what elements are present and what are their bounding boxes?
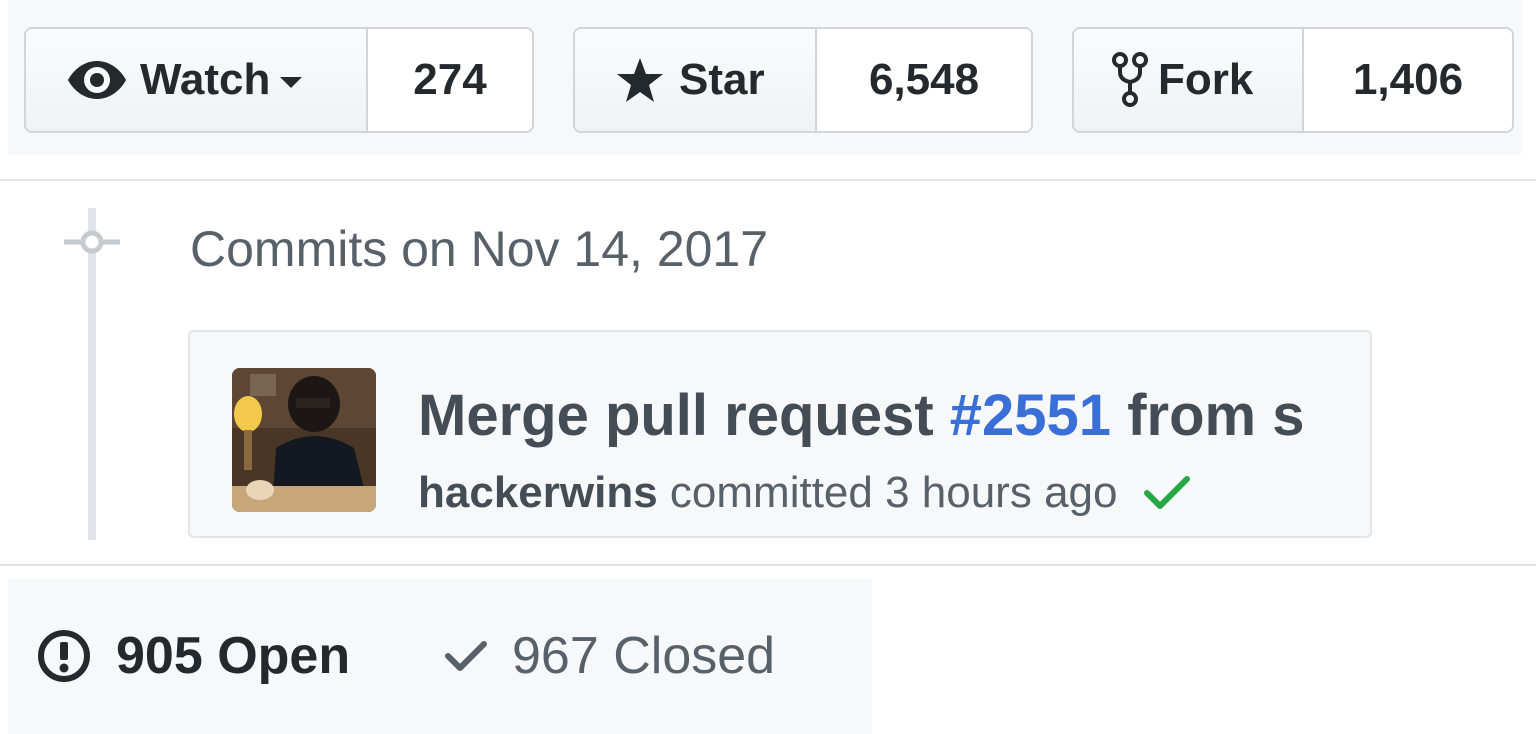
star-label: Star (679, 55, 765, 104)
issue-opened-icon (36, 628, 92, 684)
commit-node-icon (64, 230, 120, 259)
commit-time-text: committed 3 hours ago (657, 468, 1118, 517)
check-icon (442, 636, 490, 676)
avatar[interactable] (232, 368, 376, 512)
open-issues-label: 905 Open (116, 627, 351, 685)
fork-button-group: Fork 1,406 (1072, 27, 1514, 133)
commit-meta: hackerwins committed 3 hours ago (418, 468, 1191, 518)
star-button-group: Star 6,548 (573, 27, 1033, 133)
fork-label: Fork (1158, 55, 1254, 104)
star-button[interactable]: Star (575, 29, 817, 131)
chevron-down-icon (280, 76, 303, 88)
commit-author-link[interactable]: hackerwins (418, 468, 658, 518)
eye-icon (66, 58, 128, 102)
commit-title-text[interactable]: Merge pull request (418, 383, 950, 448)
closed-issues-tab[interactable]: 967 Closed (442, 626, 775, 686)
pull-request-link[interactable]: #2551 (950, 383, 1111, 448)
check-icon[interactable] (1143, 473, 1191, 513)
watch-button-group: Watch 274 (24, 27, 534, 133)
star-count[interactable]: 6,548 (817, 29, 1031, 131)
section-divider (0, 564, 1536, 566)
fork-icon (1112, 52, 1148, 108)
watch-button[interactable]: Watch (26, 29, 368, 131)
star-icon (615, 56, 665, 104)
commit-title: Merge pull request #2551 from s (418, 382, 1304, 449)
closed-issues-label: 967 Closed (512, 627, 776, 685)
watch-label: Watch (140, 55, 271, 104)
fork-count[interactable]: 1,406 (1304, 29, 1512, 131)
commits-date-heading: Commits on Nov 14, 2017 (190, 221, 769, 277)
section-divider (0, 179, 1536, 181)
repo-social-bar: Watch 274 Star 6,548 Fork 1,406 (8, 0, 1522, 154)
fork-button[interactable]: Fork (1074, 29, 1304, 131)
commit-title-suffix[interactable]: from s (1111, 383, 1304, 448)
watch-count[interactable]: 274 (368, 29, 532, 131)
open-issues-tab[interactable]: 905 Open (36, 626, 350, 686)
issue-state-tabs: 905 Open 967 Closed (8, 578, 872, 734)
